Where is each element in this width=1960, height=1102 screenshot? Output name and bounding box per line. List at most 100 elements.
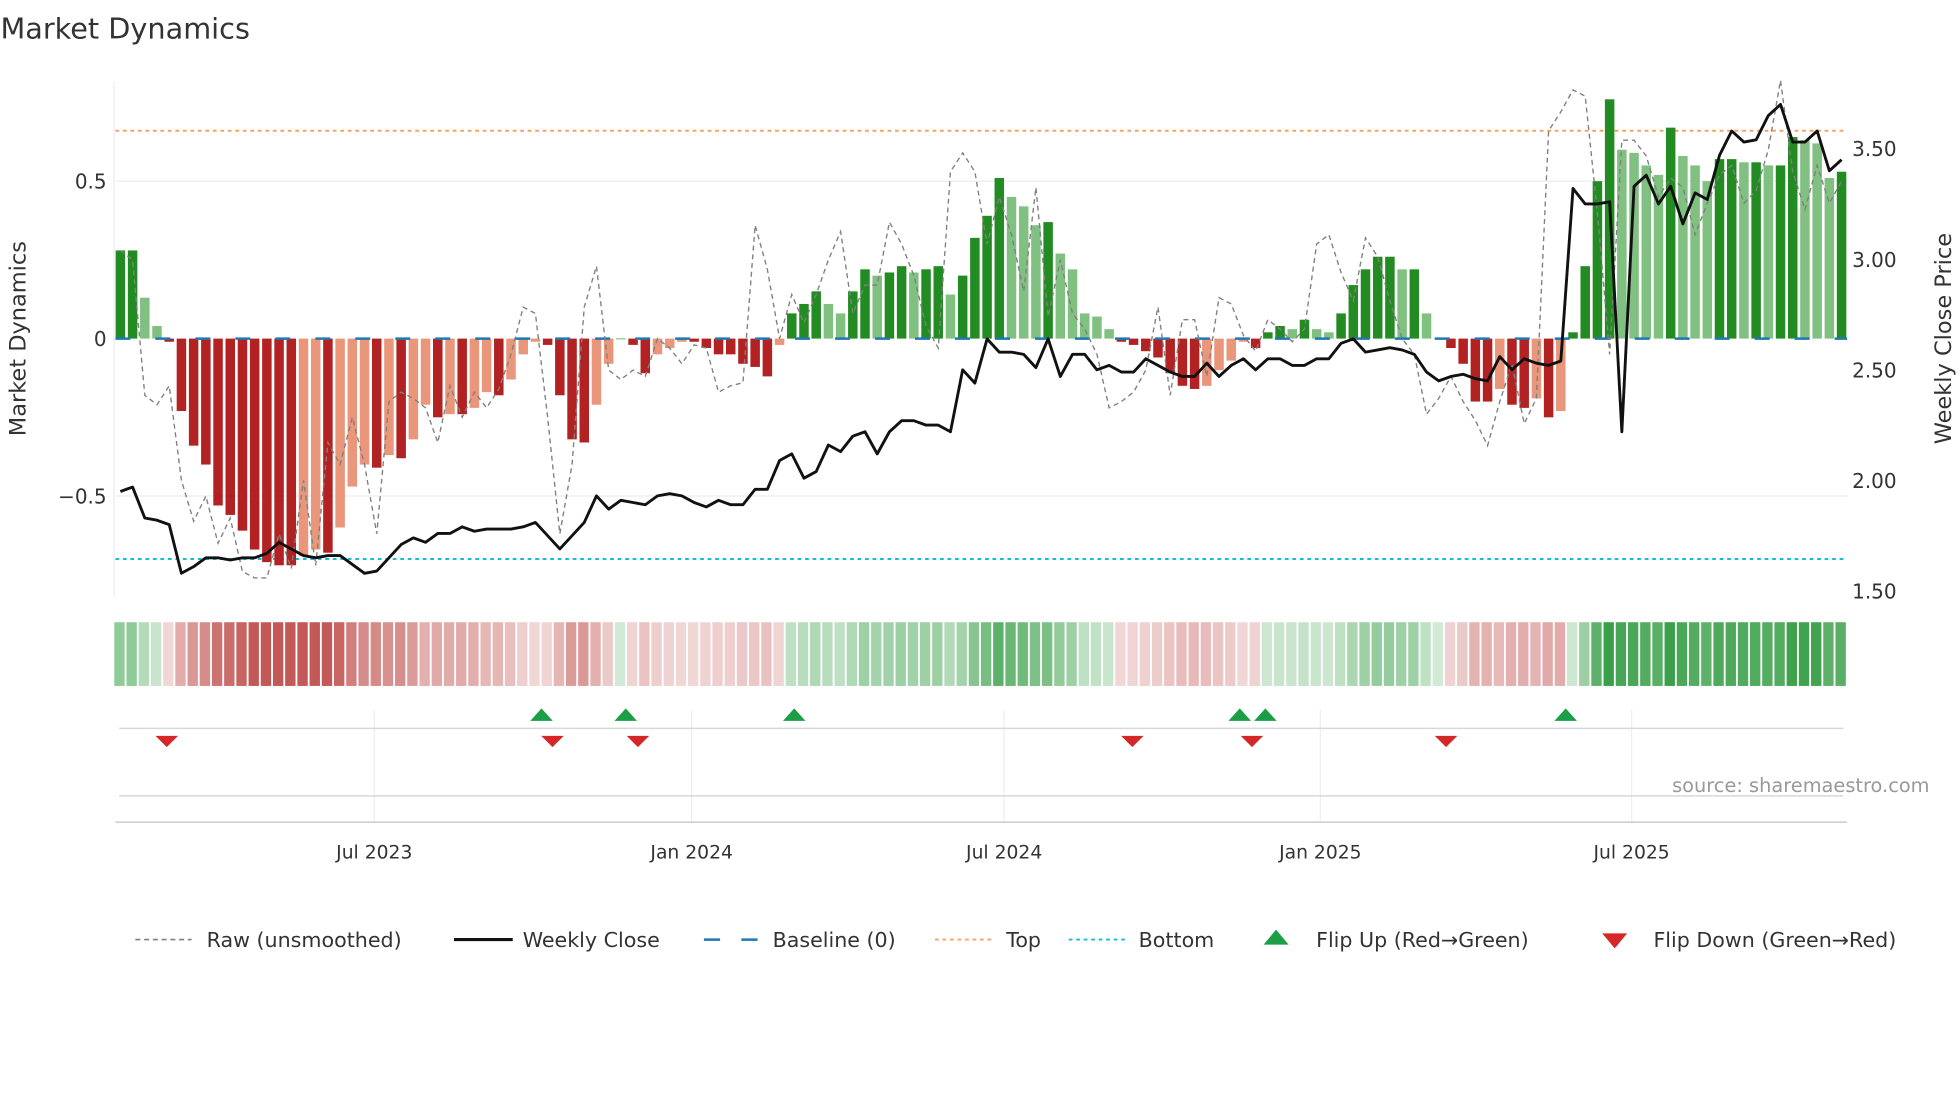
strip-cell — [712, 622, 723, 686]
strip-cell — [1493, 622, 1505, 686]
strip-cell — [504, 622, 516, 686]
strip-cell — [358, 622, 369, 686]
strip-cell — [1347, 622, 1358, 686]
strip-cell — [333, 622, 345, 686]
strip-cell — [224, 622, 235, 686]
bar — [1507, 338, 1517, 405]
bar — [1311, 329, 1322, 339]
strip-cell — [1640, 622, 1651, 686]
bar — [603, 338, 614, 364]
strip-cell — [419, 622, 430, 686]
strip-cell — [1334, 622, 1346, 686]
strip-cell — [895, 622, 906, 686]
strip-cell — [1554, 622, 1566, 686]
legend-label: Flip Down (Green→Red) — [1653, 928, 1896, 952]
bar — [1617, 149, 1627, 339]
strip-cell — [1359, 622, 1370, 686]
strip-cell — [236, 622, 247, 686]
y-tick-label: 0.5 — [75, 170, 107, 194]
strip-cell — [1530, 622, 1541, 686]
bar — [1141, 338, 1151, 352]
strip-cell — [1481, 622, 1492, 686]
strip-cell — [1701, 622, 1712, 686]
strip-cell — [1457, 622, 1468, 686]
strip-cell — [1066, 622, 1077, 686]
bar — [1226, 338, 1236, 361]
y2-tick-label: 3.50 — [1852, 137, 1897, 161]
bar — [1018, 206, 1029, 339]
bar — [310, 338, 321, 550]
bar — [420, 338, 431, 405]
x-tick-label: Jul 2024 — [965, 842, 1042, 863]
strip-cell — [651, 622, 662, 686]
bar — [433, 338, 443, 418]
bar — [823, 303, 834, 339]
bar — [994, 178, 1005, 339]
bar — [542, 338, 553, 345]
y2-axis-label: Weekly Close Price — [1931, 233, 1957, 444]
flip-up-marker — [530, 708, 553, 721]
strip-cell — [1420, 622, 1431, 686]
bar — [1128, 338, 1139, 345]
strip-cell — [1408, 622, 1419, 686]
bar — [371, 338, 382, 468]
y2-tick-label: 1.50 — [1852, 579, 1897, 603]
bar — [286, 338, 297, 566]
bar — [237, 338, 248, 531]
strip-cell — [114, 622, 125, 686]
strip-cell — [1505, 622, 1517, 686]
strip-cell — [468, 622, 479, 686]
market-dynamics-chart: Market Dynamics Jul 2023 Jan 2024 Jul 2024… — [0, 12, 1957, 952]
strip-cell — [529, 622, 540, 686]
strip-cell — [199, 622, 211, 686]
bar — [298, 338, 309, 556]
y-tick-label: −0.5 — [58, 485, 107, 509]
bar — [494, 338, 504, 396]
flip-up-marker — [614, 708, 638, 721]
bar — [335, 338, 345, 528]
strip-cell — [1371, 622, 1382, 686]
flip-up-marker — [782, 708, 806, 721]
bar — [1067, 269, 1078, 339]
bar — [1275, 326, 1285, 339]
bar — [835, 313, 846, 339]
bar — [1470, 338, 1481, 402]
strip-cell — [1688, 622, 1700, 686]
strip-cell — [1322, 622, 1334, 686]
chart-title: Market Dynamics — [0, 12, 249, 46]
strip-cell — [1139, 622, 1151, 686]
strip-cell — [382, 622, 394, 686]
strip-cell — [736, 622, 748, 686]
bars — [115, 99, 1848, 566]
strip-cell — [175, 622, 186, 686]
bar — [591, 338, 602, 405]
strip-cell — [565, 622, 577, 686]
bar — [1665, 127, 1676, 339]
legend-label: Weekly Close — [523, 928, 660, 952]
bar — [1153, 338, 1163, 358]
bar — [921, 269, 931, 339]
strip-cell — [1273, 622, 1285, 686]
strip-cell — [541, 622, 552, 686]
flip-up-marker — [1554, 708, 1577, 721]
strip-cell — [797, 622, 809, 686]
strip-cell — [395, 622, 406, 686]
strip-cell — [1237, 622, 1248, 686]
strip-cell — [297, 622, 308, 686]
bar — [982, 215, 992, 339]
strip-cell — [138, 622, 150, 686]
bar — [323, 338, 333, 553]
bar — [1263, 332, 1273, 339]
x-tick-label: Jan 2025 — [1278, 842, 1362, 863]
strip-cell — [480, 622, 491, 686]
bar — [1287, 329, 1298, 339]
bar — [1800, 140, 1810, 339]
bar — [957, 275, 968, 339]
legend-flip-down-icon — [1602, 933, 1628, 949]
flip-down-marker — [1434, 735, 1458, 748]
x-tick-label: Jul 2025 — [1592, 842, 1669, 863]
strip-cell — [785, 622, 797, 686]
strip-cell — [1444, 622, 1456, 686]
bar — [1543, 338, 1554, 418]
flip-down-marker — [1240, 735, 1264, 748]
